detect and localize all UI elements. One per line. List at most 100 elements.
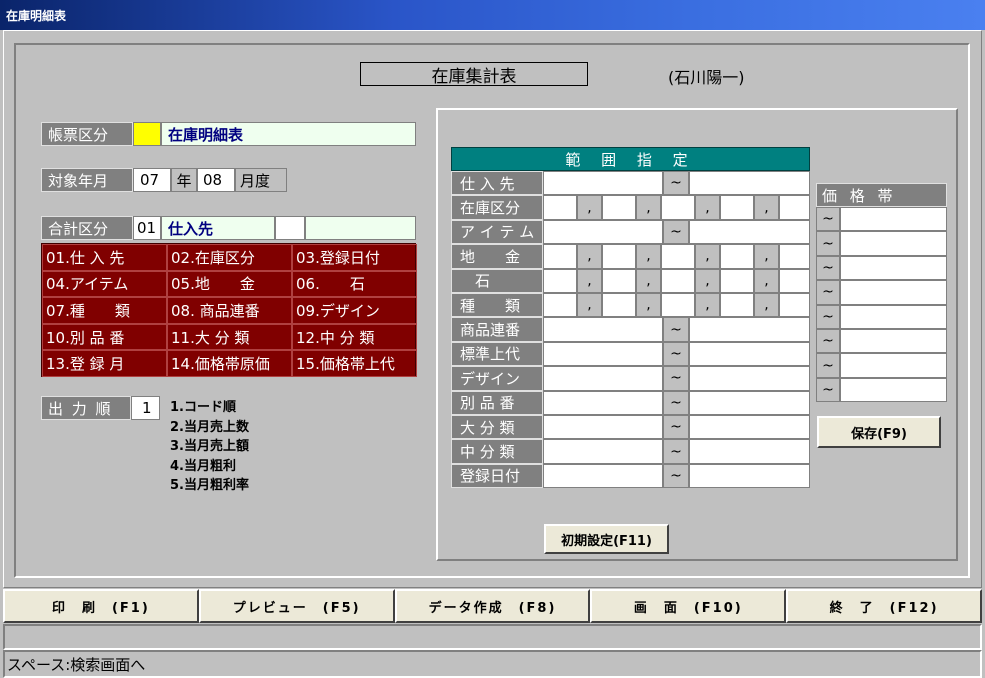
user-name: (石川陽一) (668, 68, 745, 87)
range-row: 種 類,,,, (451, 293, 810, 318)
total-option-07: 07.種 類 (42, 297, 167, 324)
total-option-05: 05.地 金 (167, 270, 292, 298)
range-row-label: デザイン (451, 366, 543, 391)
range-from-input[interactable] (543, 415, 663, 440)
total-type-label: 合計区分 (41, 216, 133, 240)
output-order-input[interactable]: 1 (131, 396, 160, 420)
range-row-label: 在庫区分 (451, 195, 543, 220)
preview-button[interactable]: プレビュー (F5) (198, 589, 395, 623)
report-type-label: 帳票区分 (41, 122, 133, 146)
total-option-01: 01.仕 入 先 (42, 244, 167, 271)
total-option-08: 08. 商品連番 (167, 297, 292, 324)
range-code-input[interactable] (720, 268, 754, 293)
report-type-code[interactable] (133, 122, 161, 146)
range-from-input[interactable] (543, 317, 663, 342)
range-row-label: ア イ テ ム (451, 219, 543, 245)
range-row: 登録日付 ~ (451, 463, 810, 489)
range-from-input[interactable] (543, 390, 663, 415)
range-to-input[interactable] (689, 415, 810, 440)
range-from-input[interactable] (543, 171, 663, 196)
total-type-extra1[interactable] (275, 216, 305, 240)
report-type-value[interactable]: 在庫明細表 (161, 122, 416, 146)
price-band-row: ~ (816, 207, 947, 232)
price-band-row: ~ (816, 377, 947, 403)
create-data-button[interactable]: データ作成 (F8) (394, 589, 591, 623)
price-band-row: ~ (816, 280, 947, 305)
output-order-option: 5.当月粗利率 (170, 478, 249, 493)
total-type-code[interactable]: 01 (133, 216, 161, 240)
range-from-input[interactable] (543, 219, 663, 245)
range-code-input[interactable] (602, 268, 636, 293)
target-year-input[interactable]: 07 (133, 168, 171, 192)
price-band-input[interactable] (840, 280, 947, 305)
screen-button[interactable]: 画 面 (F10) (590, 589, 787, 623)
range-code-input[interactable] (543, 195, 577, 220)
range-from-input[interactable] (543, 366, 663, 391)
range-row: 大 分 類 ~ (451, 415, 810, 440)
range-code-input[interactable] (720, 195, 754, 220)
price-band-input[interactable] (840, 377, 947, 403)
total-type-extra2 (305, 216, 416, 240)
range-row: 標準上代 ~ (451, 341, 810, 367)
total-option-09: 09.デザイン (292, 297, 417, 324)
price-band-input[interactable] (840, 329, 947, 354)
range-to-input[interactable] (689, 439, 810, 464)
range-code-input[interactable] (779, 268, 810, 293)
range-code-input[interactable] (779, 195, 810, 220)
range-code-input[interactable] (543, 244, 577, 269)
range-code-input[interactable] (543, 293, 577, 318)
range-comma: , (636, 244, 661, 269)
price-band-input[interactable] (840, 353, 947, 378)
range-code-input[interactable] (779, 293, 810, 318)
range-comma: , (577, 195, 602, 220)
range-row: 石,,,, (451, 268, 810, 293)
total-option-12: 12.中 分 類 (292, 323, 417, 351)
print-button[interactable]: 印 刷 (F1) (3, 589, 199, 623)
range-code-input[interactable] (602, 195, 636, 220)
range-to-input[interactable] (689, 463, 810, 489)
range-comma: , (695, 195, 720, 220)
range-to-input[interactable] (689, 366, 810, 391)
range-tilde: ~ (663, 463, 689, 489)
range-code-input[interactable] (720, 293, 754, 318)
range-row-label: 種 類 (451, 293, 543, 318)
range-to-input[interactable] (689, 317, 810, 342)
output-order-option: 2.当月売上数 (170, 419, 249, 435)
range-to-input[interactable] (689, 219, 810, 245)
range-from-input[interactable] (543, 439, 663, 464)
price-band-tilde: ~ (816, 353, 840, 378)
range-code-input[interactable] (661, 244, 695, 269)
range-code-input[interactable] (602, 293, 636, 318)
range-code-input[interactable] (661, 195, 695, 220)
price-band-input[interactable] (840, 207, 947, 232)
save-button[interactable]: 保存(F9) (817, 416, 941, 448)
range-row-label: 商品連番 (451, 317, 543, 342)
price-band-tilde: ~ (816, 377, 840, 403)
init-settings-button[interactable]: 初期設定(F11) (544, 524, 669, 554)
price-band-input[interactable] (840, 231, 947, 256)
month-unit: 月度 (235, 168, 287, 192)
range-code-input[interactable] (602, 244, 636, 269)
output-order-options: 1.コード順 2.当月売上数 3.当月売上額 4.当月粗利 5.当月粗利率 (170, 398, 249, 496)
range-to-input[interactable] (689, 171, 810, 196)
range-code-input[interactable] (661, 293, 695, 318)
price-band-input[interactable] (840, 304, 947, 329)
range-to-input[interactable] (689, 341, 810, 367)
total-option-04: 04.アイテム (42, 270, 167, 298)
target-month-input[interactable]: 08 (197, 168, 235, 192)
total-option-13: 13.登 録 月 (42, 350, 167, 377)
range-code-input[interactable] (543, 268, 577, 293)
range-code-input[interactable] (720, 244, 754, 269)
range-to-input[interactable] (689, 390, 810, 415)
price-band-header: 価 格 帯 (816, 183, 947, 207)
price-band-input[interactable] (840, 255, 947, 281)
status-bar-hint: スペース:検索画面へ (3, 650, 982, 678)
range-code-input[interactable] (661, 268, 695, 293)
range-code-input[interactable] (779, 244, 810, 269)
output-order-option: 4.当月粗利 (170, 458, 236, 474)
range-from-input[interactable] (543, 341, 663, 367)
range-comma: , (695, 244, 720, 269)
exit-button[interactable]: 終 了 (F12) (786, 589, 982, 623)
range-comma: , (695, 268, 720, 293)
range-from-input[interactable] (543, 463, 663, 489)
